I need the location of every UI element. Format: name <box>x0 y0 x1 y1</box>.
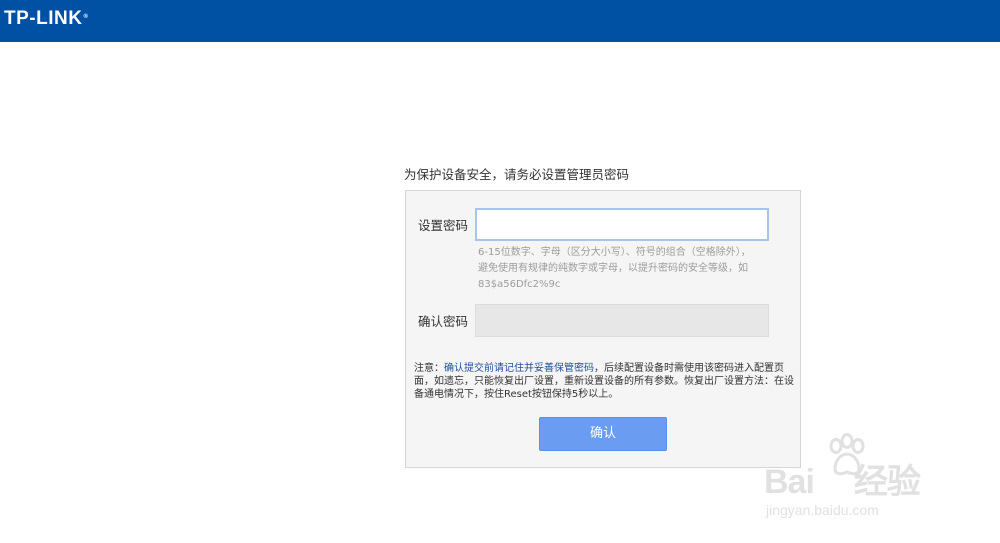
watermark-bai: Bai <box>764 463 815 501</box>
watermark-jingyan: 经验 <box>853 463 921 501</box>
password-label: 设置密码 <box>418 218 469 233</box>
tp-link-logo: TP-LINK® <box>4 8 89 30</box>
notice-highlight: 确认提交前请记住并妥善保管密码 <box>444 363 594 374</box>
logo-text: TP-LINK <box>4 8 83 29</box>
notice-prefix: 注意： <box>414 363 444 374</box>
top-header: TP-LINK® <box>0 0 1000 42</box>
watermark-url: jingyan.baidu.com <box>766 502 879 518</box>
notice-text: 注意：确认提交前请记住并妥善保管密码，后续配置设备时需使用该密码进入配置页面，如… <box>414 362 794 401</box>
registered-mark: ® <box>83 14 89 20</box>
hint-line: 83$a56Dfc2%9c <box>478 279 561 290</box>
watermark-main: Bai 经验 <box>764 454 921 503</box>
confirm-button[interactable]: 确认 <box>539 417 667 451</box>
password-hint: 6-15位数字、字母（区分大小写）、符号的组合（空格除外）， 避免使用有规律的纯… <box>478 245 774 293</box>
password-setup-panel: 设置密码 6-15位数字、字母（区分大小写）、符号的组合（空格除外）， 避免使用… <box>405 190 801 468</box>
baidu-watermark: Bai 经验 jingyan.baidu.com <box>764 432 1000 532</box>
password-input[interactable] <box>475 208 769 241</box>
intro-text: 为保护设备安全，请务必设置管理员密码 <box>404 167 630 182</box>
confirm-password-input[interactable] <box>475 304 769 337</box>
hint-line: 避免使用有规律的纯数字或字母，以提升密码的安全等级，如 <box>478 263 748 274</box>
confirm-password-label: 确认密码 <box>418 314 469 329</box>
hint-line: 6-15位数字、字母（区分大小写）、符号的组合（空格除外）， <box>478 247 751 258</box>
